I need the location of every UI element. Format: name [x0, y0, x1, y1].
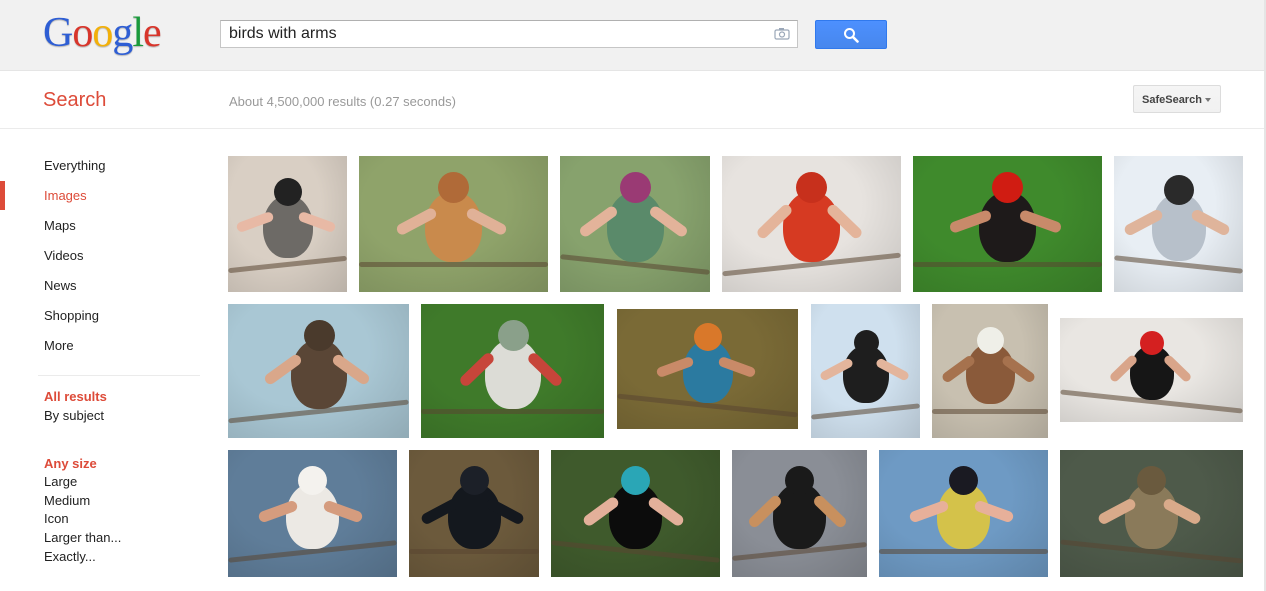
branch-shape	[932, 409, 1048, 414]
bird-head-shape	[438, 172, 469, 203]
bird-head-shape	[1164, 175, 1194, 205]
bird-head-shape	[977, 327, 1004, 354]
branch-shape	[409, 549, 539, 554]
all-results-heading[interactable]: All results	[44, 389, 107, 404]
bird-head-shape	[304, 320, 335, 351]
nav-item-more[interactable]: More	[44, 338, 74, 353]
logo-letter: G	[43, 10, 73, 56]
logo-letter: l	[132, 10, 144, 56]
bird-head-shape	[498, 320, 529, 351]
bird-head-shape	[1140, 331, 1164, 355]
bird-head-shape	[1137, 466, 1166, 495]
google-logo[interactable]: Google	[43, 8, 162, 58]
image-result-kiwi-muscles[interactable]	[228, 304, 409, 438]
image-result-penguin-thumbs[interactable]	[1114, 156, 1243, 292]
image-result-frigatebird-arms[interactable]	[1060, 318, 1243, 422]
bird-head-shape	[854, 330, 879, 355]
branch-shape	[421, 409, 604, 414]
image-result-gull-stretch[interactable]	[228, 450, 397, 577]
nav-selected-indicator	[0, 181, 5, 210]
magnifier-icon	[844, 28, 859, 43]
logo-letter: g	[112, 10, 133, 56]
size-exactly-link[interactable]: Exactly...	[44, 549, 96, 564]
any-size-heading[interactable]: Any size	[44, 456, 97, 471]
bird-head-shape	[796, 172, 827, 203]
image-result-penguin-conductor[interactable]	[811, 304, 920, 438]
image-result-muscle-bird[interactable]	[913, 156, 1102, 292]
branch-shape	[811, 403, 920, 420]
image-result-paradise-bird-hands[interactable]	[551, 450, 720, 577]
bird-head-shape	[694, 323, 722, 351]
size-icon-link[interactable]: Icon	[44, 511, 69, 526]
size-medium-link[interactable]: Medium	[44, 493, 90, 508]
nav-item-images[interactable]: Images	[44, 188, 87, 203]
search-box[interactable]	[220, 20, 798, 48]
image-result-eagle-muscles[interactable]	[932, 304, 1048, 438]
safesearch-label: SafeSearch	[1142, 94, 1202, 106]
size-large-link[interactable]: Large	[44, 474, 77, 489]
safesearch-button[interactable]: SafeSearch	[1133, 85, 1221, 113]
image-result-vader-bird[interactable]	[409, 450, 539, 577]
image-result-duck-handstand[interactable]	[1060, 450, 1243, 577]
bird-head-shape	[785, 466, 814, 495]
top-bar: Google	[0, 0, 1266, 71]
search-button[interactable]	[815, 20, 887, 49]
bird-head-shape	[992, 172, 1023, 203]
search-input[interactable]	[229, 21, 759, 47]
left-nav: Everything Images Maps Videos News Shopping Mo…	[0, 129, 210, 589]
nav-item-maps[interactable]: Maps	[44, 218, 76, 233]
branch-shape	[228, 255, 347, 274]
image-result-tit-hand[interactable]	[879, 450, 1048, 577]
bird-head-shape	[621, 466, 650, 495]
branch-shape	[913, 262, 1102, 267]
branch-shape	[359, 262, 548, 267]
size-larger-than-link[interactable]: Larger than...	[44, 530, 121, 545]
bird-head-shape	[620, 172, 651, 203]
branch-shape	[879, 549, 1048, 554]
logo-letter: e	[143, 10, 162, 56]
image-result-bulbul-arms[interactable]	[228, 156, 347, 292]
bird-head-shape	[949, 466, 978, 495]
bird-head-shape	[298, 466, 327, 495]
nav-item-videos[interactable]: Videos	[44, 248, 84, 263]
bird-head-shape	[460, 466, 489, 495]
nav-item-news[interactable]: News	[44, 278, 77, 293]
image-result-robin-keyboard[interactable]	[359, 156, 548, 292]
chevron-down-icon	[1205, 98, 1211, 102]
image-result-cardinal-binoculars[interactable]	[722, 156, 901, 292]
logo-letter: o	[72, 10, 93, 56]
bird-head-shape	[274, 178, 302, 206]
nav-divider	[38, 375, 200, 376]
nav-item-everything[interactable]: Everything	[44, 158, 105, 173]
image-result-hummingbird-arms[interactable]	[560, 156, 710, 292]
image-result-kingfishers-hug[interactable]	[617, 309, 798, 429]
nav-item-shopping[interactable]: Shopping	[44, 308, 99, 323]
results-header: Search About 4,500,000 results (0.27 sec…	[0, 71, 1266, 129]
image-result-crow-hanging[interactable]	[732, 450, 867, 577]
camera-icon[interactable]	[774, 27, 790, 45]
by-subject-link[interactable]: By subject	[44, 408, 104, 423]
image-result-hummingbird-hands[interactable]	[421, 304, 604, 438]
logo-letter: o	[92, 10, 113, 56]
search-title: Search	[43, 89, 107, 111]
result-stats: About 4,500,000 results (0.27 seconds)	[229, 94, 456, 109]
